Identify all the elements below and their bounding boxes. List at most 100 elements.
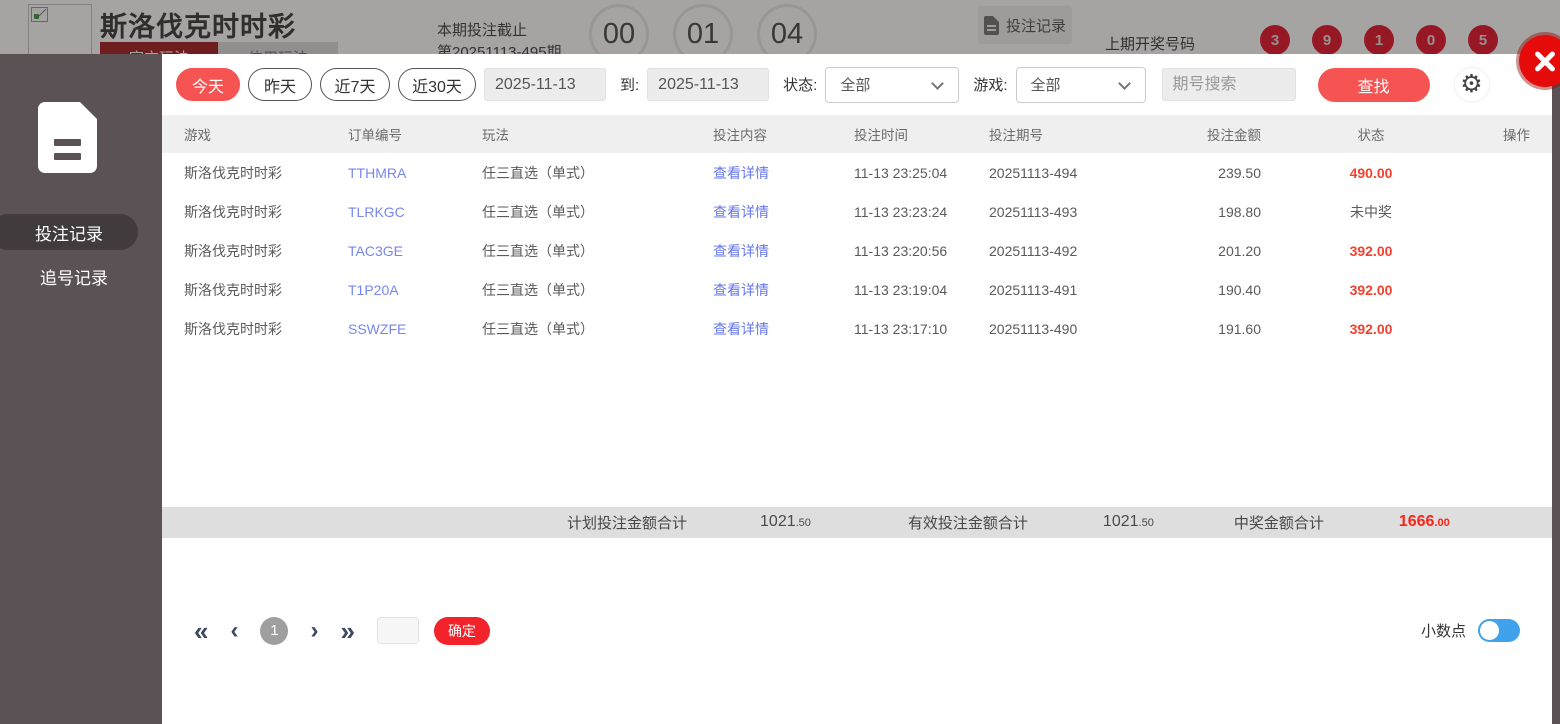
- order-code-link[interactable]: SSWZFE: [348, 321, 482, 337]
- sidebar-item-chase-records[interactable]: 追号记录: [0, 260, 138, 292]
- col-header-content: 投注内容: [713, 124, 854, 144]
- game-select-value: 全部: [1031, 74, 1061, 95]
- chevron-down-icon: [1118, 77, 1131, 90]
- decimal-toggle-group: 小数点: [1421, 619, 1520, 642]
- next-page-button[interactable]: ›: [310, 619, 318, 643]
- win-total-label: 中奖金额合计: [1234, 512, 1324, 533]
- table-row: 斯洛伐克时时彩 TAC3GE 任三直选（单式） 查看详情 11-13 23:20…: [162, 231, 1552, 270]
- records-document-icon: [38, 102, 97, 173]
- bet-records-modal: 今天 昨天 近7天 近30天 到: 状态: 全部 游戏: 全部 查找 ⚙ 游戏 …: [162, 54, 1552, 724]
- cell-period: 20251113-490: [989, 321, 1201, 337]
- cell-play: 任三直选（单式）: [482, 280, 713, 300]
- col-header-time: 投注时间: [854, 124, 989, 144]
- plan-total-label: 计划投注金额合计: [567, 512, 687, 533]
- pagination-bar: « ‹ 1 › » 确定 小数点: [162, 538, 1552, 724]
- game-select[interactable]: 全部: [1016, 67, 1146, 103]
- chevron-down-icon: [931, 77, 944, 90]
- cell-time: 11-13 23:25:04: [854, 165, 989, 181]
- cell-period: 20251113-493: [989, 204, 1201, 220]
- filter-today-button[interactable]: 今天: [176, 68, 240, 101]
- cell-game: 斯洛伐克时时彩: [184, 202, 348, 222]
- view-detail-link[interactable]: 查看详情: [713, 319, 854, 339]
- filter-bar: 今天 昨天 近7天 近30天 到: 状态: 全部 游戏: 全部 查找 ⚙: [162, 54, 1552, 115]
- filter-last30days-button[interactable]: 近30天: [398, 68, 476, 101]
- table-row: 斯洛伐克时时彩 T1P20A 任三直选（单式） 查看详情 11-13 23:19…: [162, 270, 1552, 309]
- page-jump-input[interactable]: [377, 617, 419, 644]
- date-to-label: 到:: [620, 74, 639, 95]
- last-page-button[interactable]: »: [340, 618, 354, 644]
- decimal-toggle-label: 小数点: [1421, 620, 1466, 641]
- table-row: 斯洛伐克时时彩 SSWZFE 任三直选（单式） 查看详情 11-13 23:17…: [162, 309, 1552, 348]
- cell-amount: 198.80: [1201, 204, 1261, 220]
- col-header-action: 操作: [1481, 124, 1530, 144]
- view-detail-link[interactable]: 查看详情: [713, 202, 854, 222]
- col-header-status: 状态: [1261, 124, 1481, 144]
- order-code-link[interactable]: TAC3GE: [348, 243, 482, 259]
- records-sidebar: 投注记录 追号记录: [0, 54, 162, 724]
- cell-period: 20251113-494: [989, 165, 1201, 181]
- cell-amount: 239.50: [1201, 165, 1261, 181]
- cell-status: 392.00: [1261, 321, 1481, 337]
- view-detail-link[interactable]: 查看详情: [713, 280, 854, 300]
- cell-amount: 201.20: [1201, 243, 1261, 259]
- order-code-link[interactable]: T1P20A: [348, 282, 482, 298]
- document-fold: [79, 101, 98, 120]
- filter-yesterday-button[interactable]: 昨天: [248, 68, 312, 101]
- sidebar-item-bet-records[interactable]: 投注记录: [0, 214, 138, 250]
- modal-right-dim-strip: [1552, 54, 1560, 724]
- status-select-value: 全部: [840, 74, 870, 95]
- cell-play: 任三直选（单式）: [482, 319, 713, 339]
- summary-bar: 计划投注金额合计 1021.50 有效投注金额合计 1021.50 中奖金额合计…: [162, 507, 1552, 538]
- find-button[interactable]: 查找: [1318, 68, 1430, 102]
- modal-dim-overlay: [0, 0, 1560, 54]
- cell-status: 392.00: [1261, 282, 1481, 298]
- cell-game: 斯洛伐克时时彩: [184, 241, 348, 261]
- win-total-value: 1666.00: [1399, 513, 1450, 531]
- view-detail-link[interactable]: 查看详情: [713, 241, 854, 261]
- cell-time: 11-13 23:19:04: [854, 282, 989, 298]
- confirm-page-button[interactable]: 确定: [434, 617, 490, 645]
- current-page-indicator[interactable]: 1: [260, 617, 288, 645]
- settings-button[interactable]: ⚙: [1454, 67, 1490, 103]
- status-select[interactable]: 全部: [825, 67, 959, 103]
- view-detail-link[interactable]: 查看详情: [713, 163, 854, 183]
- gear-icon: ⚙: [1460, 72, 1482, 97]
- prev-page-button[interactable]: ‹: [230, 619, 238, 643]
- period-search-input[interactable]: [1162, 68, 1296, 101]
- cell-status: 未中奖: [1261, 202, 1481, 222]
- valid-total-value: 1021.50: [1103, 513, 1154, 531]
- order-code-link[interactable]: TTHMRA: [348, 165, 482, 181]
- cell-time: 11-13 23:23:24: [854, 204, 989, 220]
- cell-time: 11-13 23:17:10: [854, 321, 989, 337]
- cell-game: 斯洛伐克时时彩: [184, 319, 348, 339]
- table-row: 斯洛伐克时时彩 TLRKGC 任三直选（单式） 查看详情 11-13 23:23…: [162, 192, 1552, 231]
- order-code-link[interactable]: TLRKGC: [348, 204, 482, 220]
- cell-game: 斯洛伐克时时彩: [184, 280, 348, 300]
- table-row: 斯洛伐克时时彩 TTHMRA 任三直选（单式） 查看详情 11-13 23:25…: [162, 153, 1552, 192]
- document-line: [54, 153, 81, 160]
- col-header-play: 玩法: [482, 124, 713, 144]
- col-header-period: 投注期号: [989, 124, 1201, 144]
- cell-play: 任三直选（单式）: [482, 163, 713, 183]
- date-from-input[interactable]: [484, 68, 606, 101]
- cell-amount: 190.40: [1201, 282, 1261, 298]
- toggle-knob: [1480, 621, 1499, 640]
- game-filter-label: 游戏:: [973, 74, 1007, 95]
- status-filter-label: 状态:: [783, 74, 817, 95]
- document-line: [54, 139, 81, 146]
- cell-period: 20251113-492: [989, 243, 1201, 259]
- cell-status: 392.00: [1261, 243, 1481, 259]
- col-header-amount: 投注金额: [1201, 124, 1261, 144]
- decimal-toggle-switch[interactable]: [1478, 619, 1520, 642]
- cell-period: 20251113-491: [989, 282, 1201, 298]
- plan-total-value: 1021.50: [760, 513, 811, 531]
- table-empty-area: [162, 348, 1552, 507]
- first-page-button[interactable]: «: [194, 618, 208, 644]
- date-to-input[interactable]: [647, 68, 769, 101]
- cell-amount: 191.60: [1201, 321, 1261, 337]
- col-header-order: 订单编号: [348, 124, 482, 144]
- filter-last7days-button[interactable]: 近7天: [320, 68, 390, 101]
- valid-total-label: 有效投注金额合计: [908, 512, 1028, 533]
- cell-play: 任三直选（单式）: [482, 202, 713, 222]
- table-header-row: 游戏 订单编号 玩法 投注内容 投注时间 投注期号 投注金额 状态 操作: [162, 115, 1552, 153]
